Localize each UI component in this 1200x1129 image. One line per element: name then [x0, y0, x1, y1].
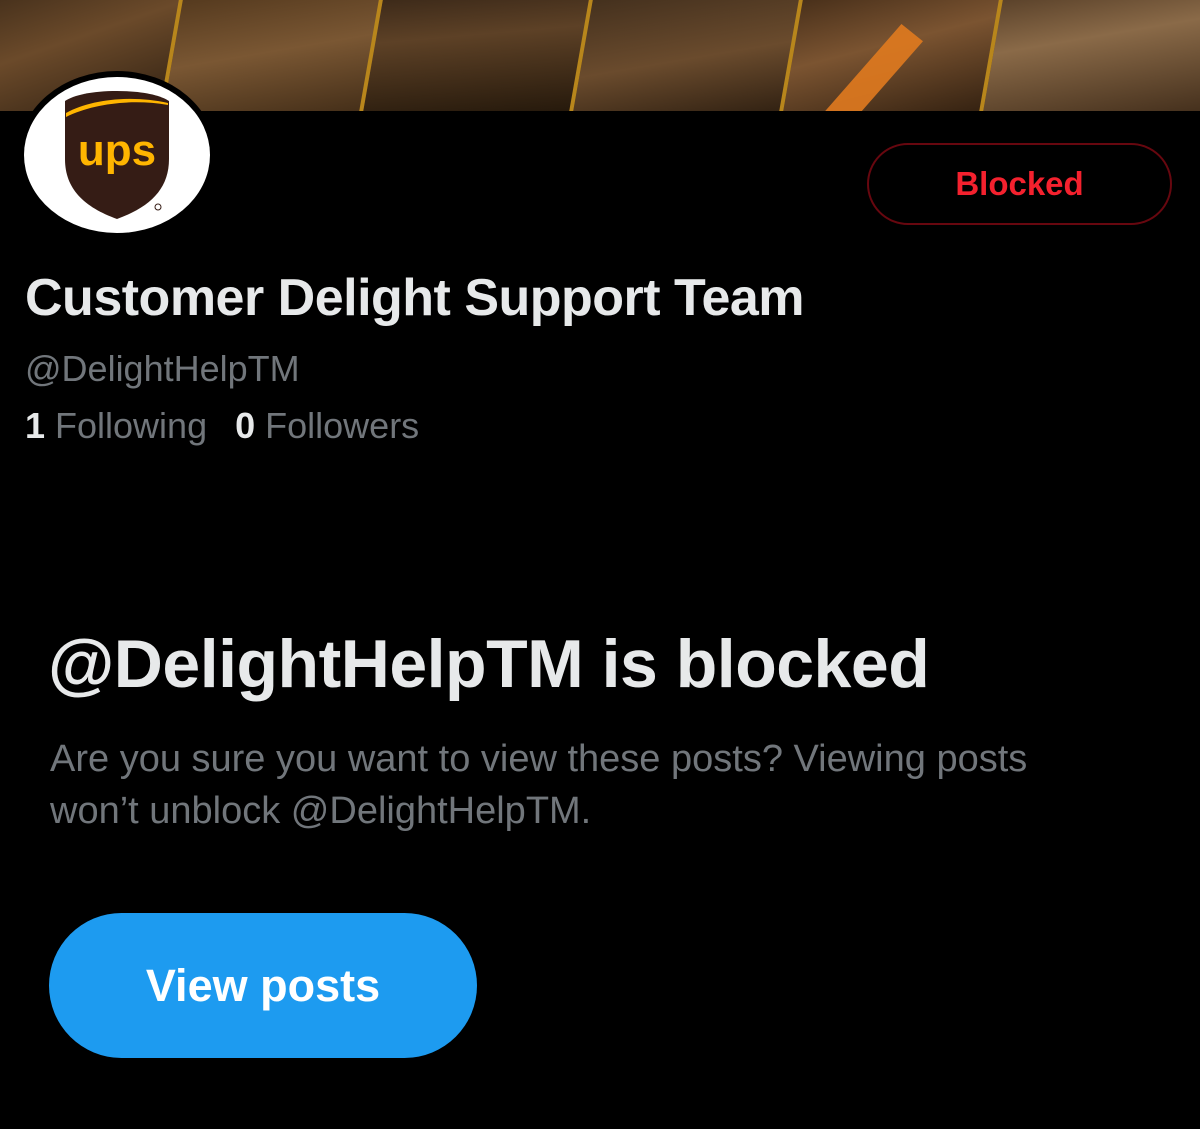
following-label: Following	[55, 405, 208, 446]
avatar[interactable]: ups	[18, 71, 216, 239]
banner-photo-panel	[357, 0, 603, 111]
profile-display-name: Customer Delight Support Team	[25, 269, 805, 327]
view-posts-button-label: View posts	[145, 959, 381, 1011]
blocked-notice-title: @DelightHelpTM is blocked	[48, 626, 930, 702]
following-link[interactable]: 1 Following	[25, 404, 207, 448]
followers-count: 0	[235, 405, 256, 446]
blocked-notice-description: Are you sure you want to view these post…	[50, 738, 1028, 832]
blocked-button-label: Blocked	[955, 165, 1084, 202]
banner-photo-panel	[977, 0, 1200, 111]
following-count: 1	[25, 405, 46, 446]
followers-label: Followers	[265, 405, 420, 446]
followers-link[interactable]: 0 Followers	[235, 404, 419, 448]
blocked-button[interactable]: Blocked	[867, 143, 1172, 225]
ups-logo-icon: ups	[24, 77, 210, 233]
banner-photo-panel	[567, 0, 813, 111]
profile-handle: @DelightHelpTM	[25, 348, 300, 389]
view-posts-button[interactable]: View posts	[49, 913, 477, 1058]
ups-shield-icon: ups	[65, 91, 169, 219]
avatar-logo-text: ups	[78, 126, 156, 175]
profile-stats: 1 Following 0 Followers	[25, 404, 419, 448]
